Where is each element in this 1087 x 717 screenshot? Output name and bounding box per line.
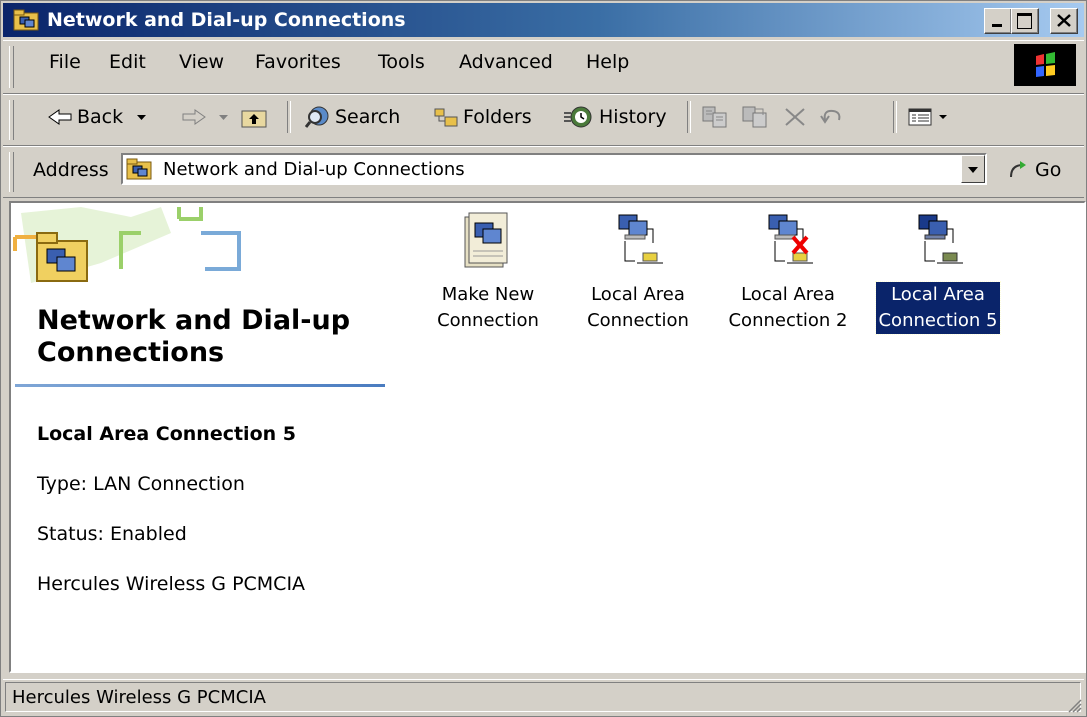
folder-banner-graphic [11, 203, 391, 303]
toolbar-separator [287, 101, 291, 133]
back-arrow-icon [48, 109, 72, 125]
resize-grip-icon[interactable] [1066, 697, 1082, 713]
status-bar: Hercules Wireless G PCMCIA [3, 679, 1084, 715]
window-title: Network and Dial-up Connections [47, 9, 406, 31]
lan-disconnected-icon [768, 214, 813, 264]
close-icon [1057, 14, 1071, 27]
views-icon [908, 108, 932, 126]
icon-make-new-connection[interactable]: Make New Connection [413, 209, 563, 334]
minimize-button[interactable] [984, 8, 1012, 34]
lan-connection-icon [918, 214, 963, 264]
forward-button[interactable] [181, 102, 237, 132]
menu-grip[interactable] [9, 46, 14, 88]
windows-logo-icon [1014, 44, 1076, 86]
delete-icon [785, 108, 805, 126]
menu-advanced[interactable]: Advanced [459, 51, 553, 73]
icon-local-area-connection-2[interactable]: Local Area Connection 2 [713, 209, 863, 334]
connection-type: Type: LAN Connection [37, 473, 245, 495]
menu-file[interactable]: File [49, 51, 81, 73]
make-new-connection-icon [464, 212, 508, 268]
up-folder-button[interactable] [241, 102, 271, 132]
search-button[interactable]: Search [305, 102, 400, 132]
icon-label-selected: Local Area Connection 5 [875, 281, 1001, 335]
history-label: History [599, 106, 667, 128]
title-bar[interactable]: Network and Dial-up Connections [3, 3, 1084, 37]
icon-label: Local Area Connection 2 [728, 284, 848, 331]
go-button[interactable]: Go [1007, 155, 1061, 185]
folders-button[interactable]: Folders [433, 102, 532, 132]
folders-label: Folders [463, 106, 532, 128]
back-button[interactable]: Back [47, 102, 155, 132]
menu-tools[interactable]: Tools [378, 51, 425, 73]
network-folder-icon [36, 232, 88, 282]
connection-device: Hercules Wireless G PCMCIA [37, 573, 306, 595]
maximize-button[interactable] [1011, 8, 1039, 34]
lan-connection-icon [618, 214, 663, 264]
icon-label: Local Area Connection [587, 284, 689, 331]
sidebar-title: Network and Dial-up Connections [37, 305, 351, 368]
menu-bar: File Edit View Favorites Tools Advanced … [3, 40, 1084, 94]
address-grip[interactable] [9, 152, 14, 192]
chevron-down-icon [968, 167, 978, 173]
close-button[interactable] [1050, 8, 1078, 34]
folders-icon [434, 108, 458, 127]
folder-view[interactable]: Network and Dial-up Connections Local Ar… [9, 201, 1086, 673]
icon-label: Make New Connection [437, 284, 539, 331]
menu-favorites[interactable]: Favorites [255, 51, 341, 73]
undo-icon [820, 109, 841, 124]
address-folder-icon [126, 158, 152, 180]
back-label: Back [77, 106, 124, 128]
views-dropdown-icon[interactable] [937, 108, 949, 126]
address-label: Address [33, 159, 109, 181]
address-bar: Address Network and Dial-up Connections … [3, 146, 1084, 198]
copy-to-button[interactable] [741, 102, 773, 132]
sidebar-divider [15, 384, 385, 387]
address-input[interactable]: Network and Dial-up Connections [121, 153, 987, 185]
explorer-window: Network and Dial-up Connections File Edi… [0, 0, 1087, 717]
status-text: Hercules Wireless G PCMCIA [5, 682, 1081, 712]
search-icon [305, 106, 329, 128]
undo-button[interactable] [819, 102, 849, 132]
up-folder-icon [241, 110, 267, 128]
search-label: Search [335, 106, 401, 128]
views-button[interactable] [907, 102, 953, 132]
icon-local-area-connection-5[interactable]: Local Area Connection 5 [863, 209, 1013, 335]
go-label: Go [1035, 159, 1062, 181]
selected-connection-name: Local Area Connection 5 [37, 423, 296, 445]
connection-status: Status: Enabled [37, 523, 187, 545]
go-arrow-icon [1010, 161, 1026, 178]
forward-arrow-icon [182, 109, 206, 125]
move-to-button[interactable] [701, 102, 733, 132]
copy-to-icon [742, 106, 767, 128]
toolbar-separator [687, 101, 691, 133]
icon-local-area-connection[interactable]: Local Area Connection [563, 209, 713, 334]
history-button[interactable]: History [563, 102, 667, 132]
menu-edit[interactable]: Edit [109, 51, 146, 73]
toolbar-separator [893, 101, 897, 133]
toolbar-grip[interactable] [9, 100, 14, 140]
address-value: Network and Dial-up Connections [163, 159, 465, 180]
move-to-icon [702, 106, 727, 128]
standard-toolbar: Back Search Folders History [3, 94, 1084, 146]
menu-help[interactable]: Help [586, 51, 629, 73]
delete-button[interactable] [783, 102, 811, 132]
forward-dropdown-icon[interactable] [215, 108, 233, 126]
back-dropdown-icon[interactable] [133, 108, 151, 126]
menu-view[interactable]: View [179, 51, 224, 73]
history-icon [564, 106, 592, 128]
address-dropdown-button[interactable] [961, 155, 985, 183]
network-folder-icon [13, 9, 39, 31]
